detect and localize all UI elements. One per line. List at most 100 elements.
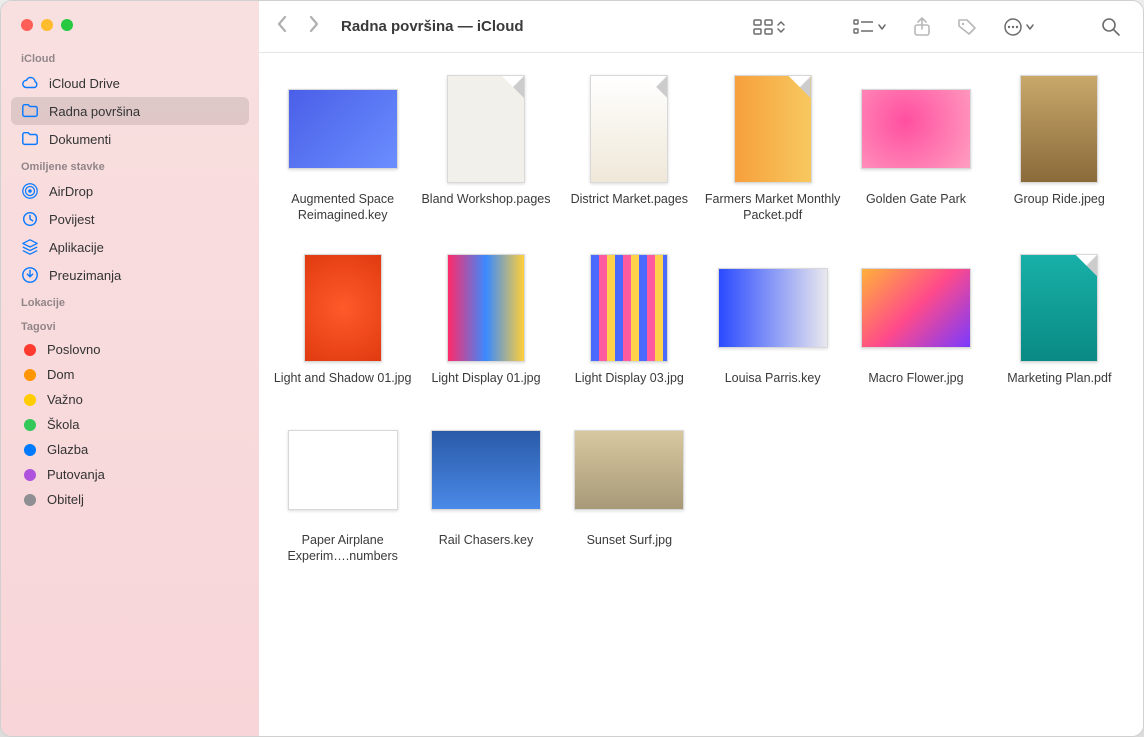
file-thumbnail: [287, 414, 399, 526]
file-name-label: Sunset Surf.jpg: [587, 532, 672, 548]
sidebar-item-povijest[interactable]: Povijest: [11, 205, 249, 233]
file-thumbnail: [1003, 252, 1115, 364]
tag-label: Poslovno: [47, 342, 100, 357]
tag-item-škola[interactable]: Škola: [11, 412, 249, 437]
fullscreen-window-button[interactable]: [61, 19, 73, 31]
file-name-label: Light and Shadow 01.jpg: [274, 370, 412, 386]
airdrop-icon: [21, 182, 39, 200]
tags-button[interactable]: [951, 18, 983, 36]
file-name-label: Light Display 01.jpg: [431, 370, 540, 386]
tag-item-glazba[interactable]: Glazba: [11, 437, 249, 462]
close-window-button[interactable]: [21, 19, 33, 31]
tag-label: Obitelj: [47, 492, 84, 507]
sidebar-item-dokumenti[interactable]: Dokumenti: [11, 125, 249, 153]
file-thumbnail: [860, 252, 972, 364]
sidebar-item-radna-površina[interactable]: Radna površina: [11, 97, 249, 125]
folder-icon: [21, 102, 39, 120]
file-item[interactable]: Golden Gate Park: [846, 73, 985, 224]
file-item[interactable]: Rail Chasers.key: [416, 414, 555, 565]
file-item[interactable]: Paper Airplane Experim….numbers: [273, 414, 412, 565]
file-item[interactable]: Louisa Parris.key: [703, 252, 842, 386]
file-item[interactable]: District Market.pages: [560, 73, 699, 224]
minimize-window-button[interactable]: [41, 19, 53, 31]
tag-item-dom[interactable]: Dom: [11, 362, 249, 387]
file-item[interactable]: Marketing Plan.pdf: [990, 252, 1129, 386]
sidebar-item-icloud-drive[interactable]: iCloud Drive: [11, 69, 249, 97]
sidebar-section-header[interactable]: Omiljene stavke: [1, 153, 259, 177]
tag-label: Glazba: [47, 442, 88, 457]
nav-arrows: [275, 15, 321, 38]
main-area: Radna površina — iCloud: [259, 1, 1143, 736]
file-name-label: Golden Gate Park: [866, 191, 966, 207]
file-item[interactable]: Light and Shadow 01.jpg: [273, 252, 412, 386]
file-thumbnail: [573, 73, 685, 185]
file-thumbnail: [1003, 73, 1115, 185]
tag-color-dot: [24, 419, 36, 431]
tag-label: Važno: [47, 392, 83, 407]
file-item[interactable]: Macro Flower.jpg: [846, 252, 985, 386]
file-item[interactable]: Sunset Surf.jpg: [560, 414, 699, 565]
tag-item-obitelj[interactable]: Obitelj: [11, 487, 249, 512]
sidebar-item-label: iCloud Drive: [49, 76, 120, 91]
file-name-label: District Market.pages: [571, 191, 688, 207]
tag-item-putovanja[interactable]: Putovanja: [11, 462, 249, 487]
sidebar-item-label: Preuzimanja: [49, 268, 121, 283]
tag-item-poslovno[interactable]: Poslovno: [11, 337, 249, 362]
file-item[interactable]: Augmented Space Reimagined.key: [273, 73, 412, 224]
tag-color-dot: [24, 369, 36, 381]
sidebar-section-header[interactable]: iCloud: [1, 45, 259, 69]
download-icon: [21, 266, 39, 284]
file-name-label: Rail Chasers.key: [439, 532, 533, 548]
file-item[interactable]: Light Display 01.jpg: [416, 252, 555, 386]
file-thumbnail: [717, 73, 829, 185]
back-button[interactable]: [275, 15, 289, 38]
file-name-label: Farmers Market Monthly Packet.pdf: [703, 191, 842, 224]
file-item[interactable]: Farmers Market Monthly Packet.pdf: [703, 73, 842, 224]
clock-icon: [21, 210, 39, 228]
sidebar-section-header[interactable]: Tagovi: [1, 313, 259, 337]
sidebar-item-airdrop[interactable]: AirDrop: [11, 177, 249, 205]
file-name-label: Macro Flower.jpg: [868, 370, 963, 386]
file-name-label: Marketing Plan.pdf: [1007, 370, 1111, 386]
file-item[interactable]: Group Ride.jpeg: [990, 73, 1129, 224]
tag-label: Škola: [47, 417, 80, 432]
file-name-label: Louisa Parris.key: [725, 370, 821, 386]
tag-color-dot: [24, 394, 36, 406]
file-thumbnail: [287, 252, 399, 364]
file-name-label: Bland Workshop.pages: [421, 191, 550, 207]
file-thumbnail: [717, 252, 829, 364]
sidebar-item-label: Radna površina: [49, 104, 140, 119]
tag-color-dot: [24, 344, 36, 356]
view-mode-button[interactable]: [747, 19, 793, 35]
tag-color-dot: [24, 469, 36, 481]
file-item[interactable]: Light Display 03.jpg: [560, 252, 699, 386]
search-button[interactable]: [1095, 17, 1127, 37]
forward-button[interactable]: [307, 15, 321, 38]
file-item[interactable]: Bland Workshop.pages: [416, 73, 555, 224]
file-thumbnail: [430, 73, 542, 185]
sidebar-item-preuzimanja[interactable]: Preuzimanja: [11, 261, 249, 289]
tag-color-dot: [24, 494, 36, 506]
sidebar: iCloud iCloud Drive Radna površina Dokument…: [1, 1, 259, 736]
file-thumbnail: [860, 73, 972, 185]
sidebar-section-header[interactable]: Lokacije: [1, 289, 259, 313]
file-thumbnail: [430, 252, 542, 364]
file-thumbnail: [573, 414, 685, 526]
window-controls: [1, 1, 259, 45]
tag-color-dot: [24, 444, 36, 456]
file-name-label: Light Display 03.jpg: [575, 370, 684, 386]
group-by-button[interactable]: [847, 19, 893, 35]
tag-item-važno[interactable]: Važno: [11, 387, 249, 412]
tag-label: Putovanja: [47, 467, 105, 482]
chevron-updown-icon: [775, 19, 787, 35]
more-actions-button[interactable]: [997, 17, 1041, 37]
file-name-label: Augmented Space Reimagined.key: [273, 191, 412, 224]
file-thumbnail: [573, 252, 685, 364]
sidebar-item-aplikacije[interactable]: Aplikacije: [11, 233, 249, 261]
apps-icon: [21, 238, 39, 256]
sidebar-item-label: Povijest: [49, 212, 95, 227]
cloud-icon: [21, 74, 39, 92]
sidebar-item-label: Aplikacije: [49, 240, 104, 255]
share-button[interactable]: [907, 17, 937, 37]
file-thumbnail: [287, 73, 399, 185]
